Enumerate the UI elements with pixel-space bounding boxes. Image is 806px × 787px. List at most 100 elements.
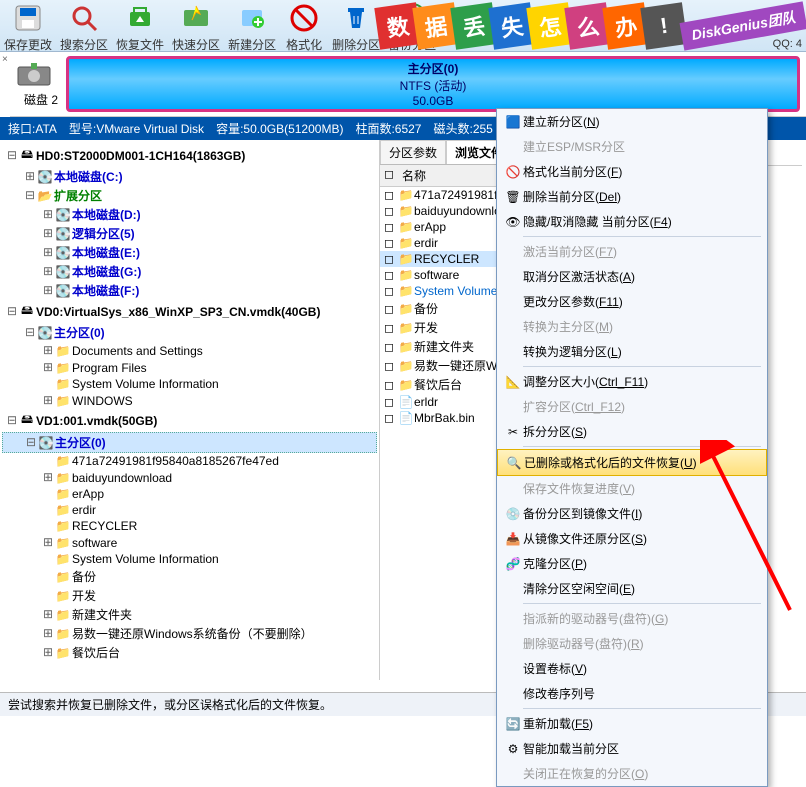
menu-item[interactable]: 📥从镜像文件还原分区(S) <box>497 526 767 551</box>
expand-icon[interactable]: ⊞ <box>42 264 54 279</box>
expand-icon[interactable]: ⊞ <box>42 207 54 222</box>
tree-node[interactable]: 📁备份 <box>2 567 377 586</box>
folder-icon: 📁 <box>398 220 414 234</box>
menu-item[interactable]: 取消分区激活状态(A) <box>497 264 767 289</box>
partition-context-menu[interactable]: 🟦建立新分区(N)建立ESP/MSR分区🚫格式化当前分区(F)🗑删除当前分区(D… <box>496 108 768 787</box>
tree-node[interactable]: ⊞📁餐饮后台 <box>2 643 377 662</box>
checkbox[interactable]: ◻ <box>384 395 398 409</box>
partition-bar[interactable]: 主分区(0) NTFS (活动) 50.0GB <box>66 56 800 112</box>
tree-node[interactable]: ⊟💽主分区(0) <box>2 323 377 342</box>
menu-item[interactable]: 更改分区参数(F11) <box>497 289 767 314</box>
menu-item[interactable]: 转换为逻辑分区(L) <box>497 339 767 364</box>
tree-node[interactable]: ⊞💽本地磁盘(F:) <box>2 281 377 300</box>
tree-label: System Volume Information <box>72 552 219 566</box>
tree-node[interactable]: 📁RECYCLER <box>2 518 377 534</box>
tree-node[interactable]: ⊟🖴HD0:ST2000DM001-1CH164(1863GB) <box>2 144 377 167</box>
expand-icon[interactable]: ⊟ <box>6 304 18 319</box>
col-check[interactable]: ◻ <box>384 167 402 184</box>
tool-format[interactable]: 格式化 <box>280 0 328 53</box>
checkbox[interactable]: ◻ <box>384 236 398 250</box>
expand-icon[interactable]: ⊟ <box>24 325 36 340</box>
tree-node[interactable]: 📁System Volume Information <box>2 376 377 392</box>
tree-node[interactable]: ⊟🖴VD1:001.vmdk(50GB) <box>2 409 377 432</box>
expand-icon[interactable]: ⊞ <box>24 169 36 184</box>
checkbox[interactable]: ◻ <box>384 302 398 316</box>
tree-node[interactable]: 📁开发 <box>2 586 377 605</box>
expand-icon[interactable]: ⊞ <box>42 283 54 298</box>
disk-tree[interactable]: ⊟🖴HD0:ST2000DM001-1CH164(1863GB)⊞💽本地磁盘(C… <box>0 140 380 680</box>
expand-icon[interactable]: ⊟ <box>6 148 18 163</box>
expand-icon[interactable]: ⊞ <box>42 645 54 660</box>
tree-node[interactable]: ⊞📁Documents and Settings <box>2 342 377 359</box>
tree-node[interactable]: ⊞💽逻辑分区(5) <box>2 224 377 243</box>
col-name[interactable]: 名称 <box>402 167 426 184</box>
checkbox[interactable]: ◻ <box>384 220 398 234</box>
checkbox[interactable]: ◻ <box>384 340 398 354</box>
tool-new[interactable]: 新建分区 <box>224 0 280 53</box>
tree-node[interactable]: 📁erApp <box>2 486 377 502</box>
menu-item[interactable]: 清除分区空闲空间(E) <box>497 576 767 601</box>
expand-icon[interactable]: ⊞ <box>42 245 54 260</box>
tree-node[interactable]: ⊟💽主分区(0) <box>2 432 377 453</box>
tree-node[interactable]: ⊞📁WINDOWS <box>2 392 377 409</box>
expand-icon[interactable]: ⊟ <box>24 188 36 203</box>
checkbox[interactable]: ◻ <box>384 252 398 266</box>
checkbox[interactable]: ◻ <box>384 359 398 373</box>
fld-icon: 📁 <box>54 536 72 550</box>
tree-node[interactable]: ⊞📁software <box>2 534 377 551</box>
checkbox[interactable]: ◻ <box>384 378 398 392</box>
menu-item[interactable]: 🔄重新加载(F5) <box>497 711 767 736</box>
menu-item[interactable]: 👁隐藏/取消隐藏 当前分区(F4) <box>497 209 767 234</box>
tool-recover[interactable]: 恢复文件 <box>112 0 168 53</box>
tree-node[interactable]: 📁471a72491981f95840a8185267fe47ed <box>2 453 377 469</box>
menu-item[interactable]: ✂拆分分区(S) <box>497 419 767 444</box>
expand-icon[interactable]: ⊟ <box>25 435 37 450</box>
expand-icon[interactable]: ⊞ <box>42 470 54 485</box>
tool-save[interactable]: 保存更改 <box>0 0 56 53</box>
tree-node[interactable]: ⊞📁Program Files <box>2 359 377 376</box>
info-model: 型号:VMware Virtual Disk <box>69 120 204 137</box>
expand-icon[interactable]: ⊞ <box>42 360 54 375</box>
menu-item[interactable]: 🟦建立新分区(N) <box>497 109 767 134</box>
tree-node[interactable]: ⊟🖴VD0:VirtualSys_x86_WinXP_SP3_CN.vmdk(4… <box>2 300 377 323</box>
menu-item[interactable]: ⚙智能加载当前分区 <box>497 736 767 761</box>
tree-node[interactable]: ⊟📂扩展分区 <box>2 186 377 205</box>
folder-icon: 📁 <box>398 204 414 218</box>
menu-item[interactable]: 设置卷标(V) <box>497 656 767 681</box>
menu-item[interactable]: 修改卷序列号 <box>497 681 767 706</box>
expand-icon[interactable]: ⊞ <box>42 535 54 550</box>
menu-item[interactable]: 🔍已删除或格式化后的文件恢复(U) <box>497 449 767 476</box>
tool-search[interactable]: 搜索分区 <box>56 0 112 53</box>
checkbox[interactable]: ◻ <box>384 411 398 425</box>
expand-icon[interactable]: ⊞ <box>42 343 54 358</box>
expand-icon[interactable]: ⊞ <box>42 226 54 241</box>
menu-item[interactable]: 📐调整分区大小(Ctrl_F11) <box>497 369 767 394</box>
menu-label: 拆分分区(S) <box>523 423 587 440</box>
save-icon <box>12 2 44 34</box>
tree-node[interactable]: ⊞📁baiduyundownload <box>2 469 377 486</box>
menu-item[interactable]: 🗑删除当前分区(Del) <box>497 184 767 209</box>
tree-node[interactable]: ⊞💽本地磁盘(C:) <box>2 167 377 186</box>
menu-item[interactable]: 🧬克隆分区(P) <box>497 551 767 576</box>
tree-node[interactable]: 📁erdir <box>2 502 377 518</box>
checkbox[interactable]: ◻ <box>384 284 398 298</box>
tool-quick[interactable]: 快速分区 <box>168 0 224 53</box>
tree-node[interactable]: ⊞💽本地磁盘(E:) <box>2 243 377 262</box>
tree-node[interactable]: 📁System Volume Information <box>2 551 377 567</box>
checkbox[interactable]: ◻ <box>384 321 398 335</box>
checkbox[interactable]: ◻ <box>384 268 398 282</box>
menu-item[interactable]: 💿备份分区到镜像文件(I) <box>497 501 767 526</box>
checkbox[interactable]: ◻ <box>384 204 398 218</box>
expand-icon[interactable]: ⊞ <box>42 626 54 641</box>
tree-node[interactable]: ⊞📁新建文件夹 <box>2 605 377 624</box>
tree-node[interactable]: ⊞💽本地磁盘(G:) <box>2 262 377 281</box>
expand-icon[interactable]: ⊟ <box>6 413 18 428</box>
close-icon[interactable]: × <box>0 52 10 117</box>
tree-node[interactable]: ⊞📁易数一键还原Windows系统备份（不要删除） <box>2 624 377 643</box>
expand-icon[interactable]: ⊞ <box>42 607 54 622</box>
tab-params[interactable]: 分区参数 <box>380 140 446 164</box>
expand-icon[interactable]: ⊞ <box>42 393 54 408</box>
tree-node[interactable]: ⊞💽本地磁盘(D:) <box>2 205 377 224</box>
checkbox[interactable]: ◻ <box>384 188 398 202</box>
menu-item[interactable]: 🚫格式化当前分区(F) <box>497 159 767 184</box>
